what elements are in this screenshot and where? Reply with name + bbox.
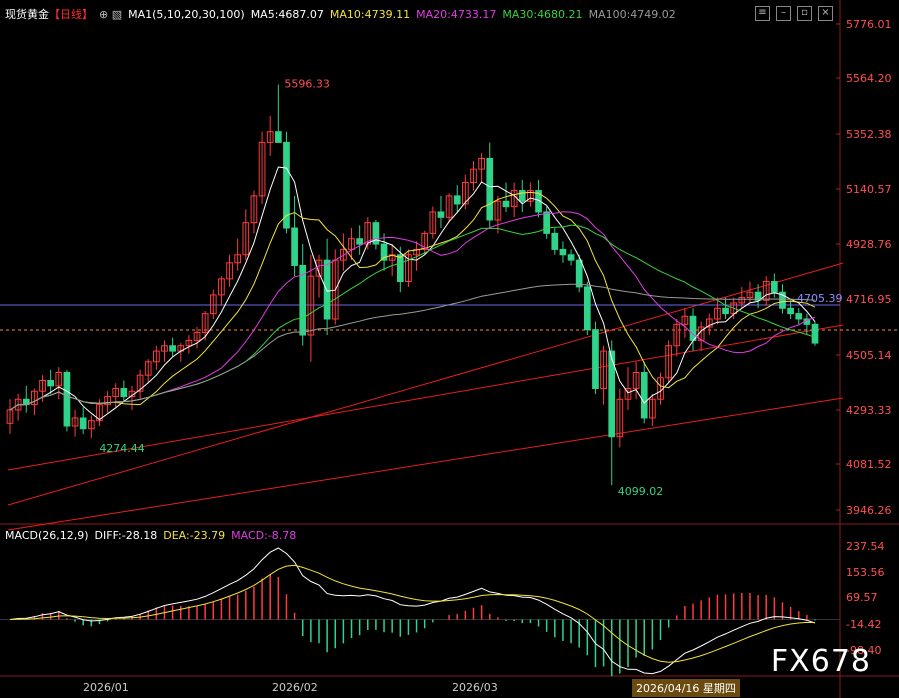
maximize-icon[interactable]: ▫ xyxy=(797,6,812,21)
price-tick-label: 3946.26 xyxy=(846,504,892,517)
macd-header: MACD(26,12,9) DIFF:-28.18 DEA:-23.79 MACD:-… xyxy=(5,529,302,542)
chart-canvas[interactable]: 5776.01 5564.20 5352.38 5140.57 4928.76 4716.… xyxy=(0,0,899,698)
marker-line-label: 4705.39 xyxy=(797,292,843,305)
candle-down xyxy=(120,388,128,398)
jan-low-annotation: 4274.44 xyxy=(99,442,145,455)
minimize-icon[interactable]: – xyxy=(776,6,791,21)
macd-dea: DEA:-23.79 xyxy=(163,529,226,542)
x-label-mar: 2026/03 xyxy=(452,681,498,694)
ma30-value: MA30:4680.21 xyxy=(502,8,583,21)
candle-down xyxy=(640,371,648,419)
menu-icon[interactable]: ≡ xyxy=(755,6,770,21)
macd-tick-label: 153.56 xyxy=(846,566,885,579)
macd-tick-label: 237.54 xyxy=(846,540,885,553)
price-tick-label: 5352.38 xyxy=(846,128,892,141)
price-tick-label: 4928.76 xyxy=(846,238,892,251)
price-tick-label: 4716.95 xyxy=(846,293,892,306)
candle-down xyxy=(551,232,559,250)
candle-down xyxy=(169,345,176,352)
ma20-line xyxy=(9,211,816,411)
window-toolbar: ≡ – ▫ × xyxy=(749,5,833,21)
macd-tick-label: 69.57 xyxy=(846,591,878,604)
x-label-feb: 2026/02 xyxy=(272,681,318,694)
trend-line xyxy=(7,397,844,531)
candle-down xyxy=(453,195,461,205)
candle-down xyxy=(811,323,819,344)
macd-name[interactable]: MACD(26,12,9) xyxy=(5,529,89,542)
candle-down xyxy=(299,264,307,336)
symbol-name: 现货黄金 xyxy=(5,8,49,21)
candle-down xyxy=(63,371,71,427)
close-icon[interactable]: × xyxy=(818,6,833,21)
candle-down xyxy=(274,131,282,143)
price-tick-label: 4293.33 xyxy=(846,404,892,417)
candle-down xyxy=(502,200,510,208)
price-tick-label: 5140.57 xyxy=(846,183,892,196)
macd-diff: DIFF:-28.18 xyxy=(94,529,158,542)
candle-down xyxy=(583,286,591,331)
high-price-annotation: 5596.33 xyxy=(284,78,330,91)
candle-down xyxy=(543,211,551,234)
candle-down xyxy=(518,190,526,202)
candle-down xyxy=(486,157,494,221)
low-price-annotation: 4099.02 xyxy=(618,485,664,498)
macd-tick-label: -14.42 xyxy=(846,618,881,631)
candle-down xyxy=(575,259,583,288)
ma100-value: MA100:4749.02 xyxy=(588,8,676,21)
candle-down xyxy=(787,307,794,315)
candle-down xyxy=(291,227,298,266)
x-label-jan: 2026/01 xyxy=(83,681,129,694)
cursor-date-label: 2026/04/16 星期四 xyxy=(632,679,740,697)
candle-down xyxy=(567,254,575,261)
ma5-line xyxy=(9,166,816,421)
brand-logo: FX678 xyxy=(770,644,871,679)
price-tick-label: 5564.20 xyxy=(846,72,892,85)
candle-down xyxy=(592,329,599,390)
candle-down xyxy=(559,248,567,256)
indicator-settings-icon[interactable]: ⊕ ▧ xyxy=(99,8,122,21)
candle-down xyxy=(437,211,445,218)
candle-down xyxy=(770,281,778,293)
candle-down xyxy=(396,254,404,283)
candle-down xyxy=(689,315,697,341)
ma10-value: MA10:4739.11 xyxy=(329,8,411,21)
candle-down xyxy=(356,238,363,245)
ma-indicator-name[interactable]: MA1(5,10,20,30,100) xyxy=(128,8,245,21)
ma10-line xyxy=(9,191,816,411)
price-tick-label: 4081.52 xyxy=(846,458,892,471)
candle-down xyxy=(795,313,803,320)
period-label[interactable]: 【日线】 xyxy=(49,8,93,21)
price-tick-label: 4505.14 xyxy=(846,349,892,362)
ma5-value: MA5:4687.07 xyxy=(250,8,324,21)
price-tick-label: 5776.01 xyxy=(846,18,892,31)
candle-down xyxy=(79,417,87,430)
candle-down xyxy=(323,259,331,320)
candle-down xyxy=(47,380,55,387)
macd-diff-line xyxy=(9,547,816,675)
macd-dea-line xyxy=(9,564,816,663)
ma20-value: MA20:4733.17 xyxy=(416,8,497,21)
chart-header: 现货黄金【日线】 ⊕ ▧ MA1(5,10,20,30,100) MA5:4687.0… xyxy=(5,6,682,22)
macd-value: MACD:-8.78 xyxy=(231,529,297,542)
candle-down xyxy=(722,307,729,315)
